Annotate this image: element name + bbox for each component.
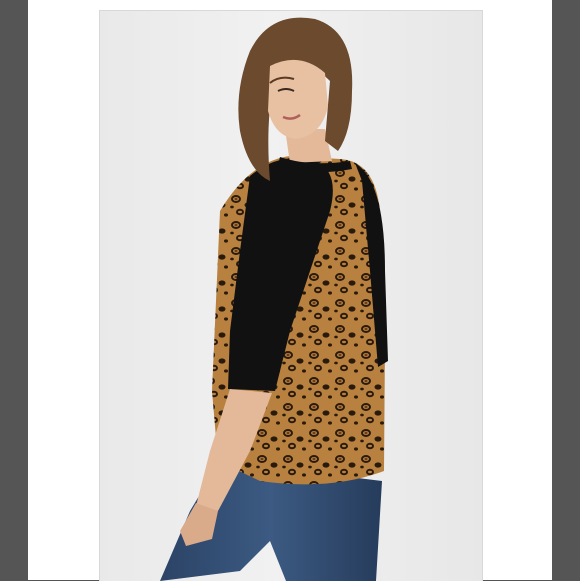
face [268, 59, 328, 140]
product-photo [99, 10, 483, 581]
model-illustration [160, 17, 388, 581]
cropped-header-text [98, 0, 398, 6]
